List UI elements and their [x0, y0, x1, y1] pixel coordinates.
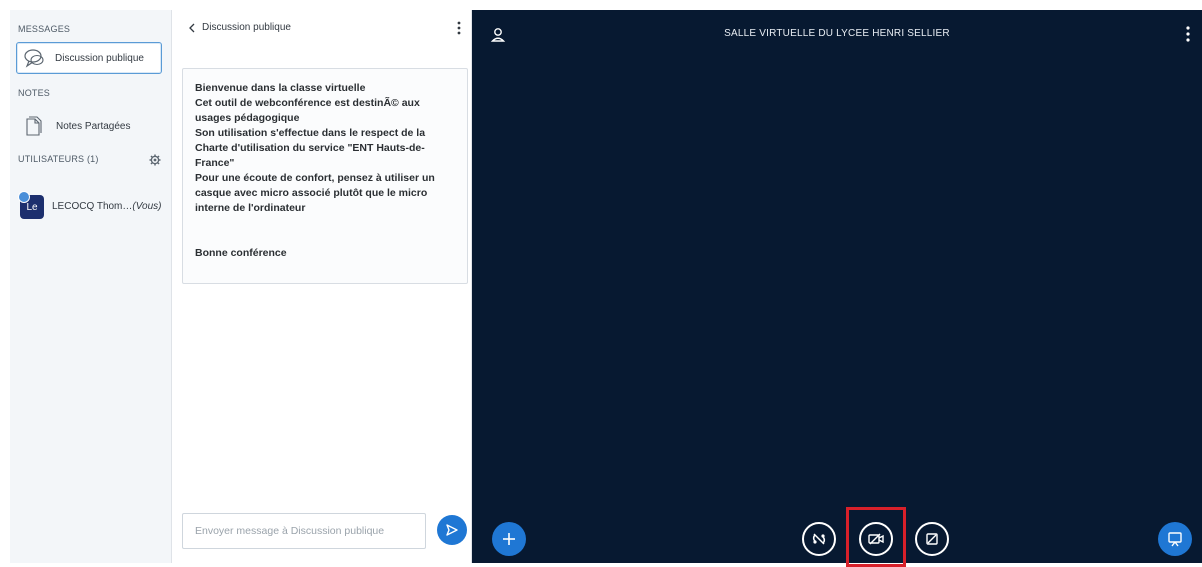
app-root: MESSAGES Discussion publique NOTES Notes…	[10, 10, 1202, 567]
welcome-message: Bienvenue dans la classe virtuelle Cet o…	[182, 68, 468, 284]
presentation-icon	[1168, 532, 1182, 547]
presenter-badge-icon	[18, 191, 30, 203]
welcome-closing: Bonne conférence	[195, 247, 287, 259]
sidebar-item-shared-notes[interactable]: Notes Partagées	[16, 110, 162, 142]
kebab-menu-icon	[457, 21, 461, 35]
gear-icon[interactable]	[149, 154, 161, 166]
share-screen-button[interactable]	[915, 522, 949, 556]
notes-heading: NOTES	[18, 88, 51, 98]
kebab-menu-icon	[1186, 26, 1190, 42]
chat-panel: Discussion publique Bienvenue dans la cl…	[172, 10, 472, 563]
user-name: LECOCQ Thom…	[52, 201, 133, 212]
meeting-title: SALLE VIRTUELLE DU LYCEE HENRI SELLIER	[724, 28, 950, 39]
welcome-line: Son utilisation s'effectue dans le respe…	[195, 127, 426, 169]
chat-input-placeholder: Envoyer message à Discussion publique	[195, 525, 385, 537]
sidebar-item-label: Notes Partagées	[56, 120, 131, 132]
audio-off-icon	[812, 533, 826, 545]
presentation-stage: SALLE VIRTUELLE DU LYCEE HENRI SELLIER	[472, 10, 1202, 567]
document-icon	[26, 116, 42, 136]
chat-back-button[interactable]: Discussion publique	[188, 22, 291, 33]
chat-bubble-icon	[24, 49, 44, 68]
users-heading: UTILISATEURS (1)	[18, 154, 99, 164]
chat-message-input[interactable]: Envoyer message à Discussion publique	[182, 513, 426, 549]
chat-title: Discussion publique	[202, 22, 291, 33]
plus-icon	[503, 533, 515, 545]
send-icon	[446, 524, 458, 536]
stage-options-button[interactable]	[1186, 26, 1190, 46]
sidebar: MESSAGES Discussion publique NOTES Notes…	[10, 10, 172, 563]
welcome-line: Bienvenue dans la classe virtuelle	[195, 82, 366, 94]
send-message-button[interactable]	[437, 515, 467, 545]
join-audio-button[interactable]	[802, 522, 836, 556]
user-suffix: (Vous)	[132, 201, 162, 212]
avatar-initials: Le	[26, 201, 38, 213]
welcome-line: Pour une écoute de confort, pensez à uti…	[195, 172, 435, 214]
messages-heading: MESSAGES	[18, 24, 71, 34]
presentation-toggle-button[interactable]	[1158, 522, 1192, 556]
webcam-button-highlight	[846, 507, 906, 567]
screen-share-off-icon	[926, 533, 938, 545]
welcome-line: Cet outil de webconférence est destinÃ© …	[195, 97, 420, 124]
user-list-item[interactable]: LECOCQ Thom…(Vous)	[52, 201, 161, 212]
actions-button[interactable]	[492, 522, 526, 556]
chat-options-button[interactable]	[457, 21, 461, 37]
sidebar-item-public-chat[interactable]: Discussion publique	[16, 42, 162, 74]
sidebar-item-label: Discussion publique	[55, 52, 144, 64]
chevron-left-icon	[189, 23, 195, 32]
